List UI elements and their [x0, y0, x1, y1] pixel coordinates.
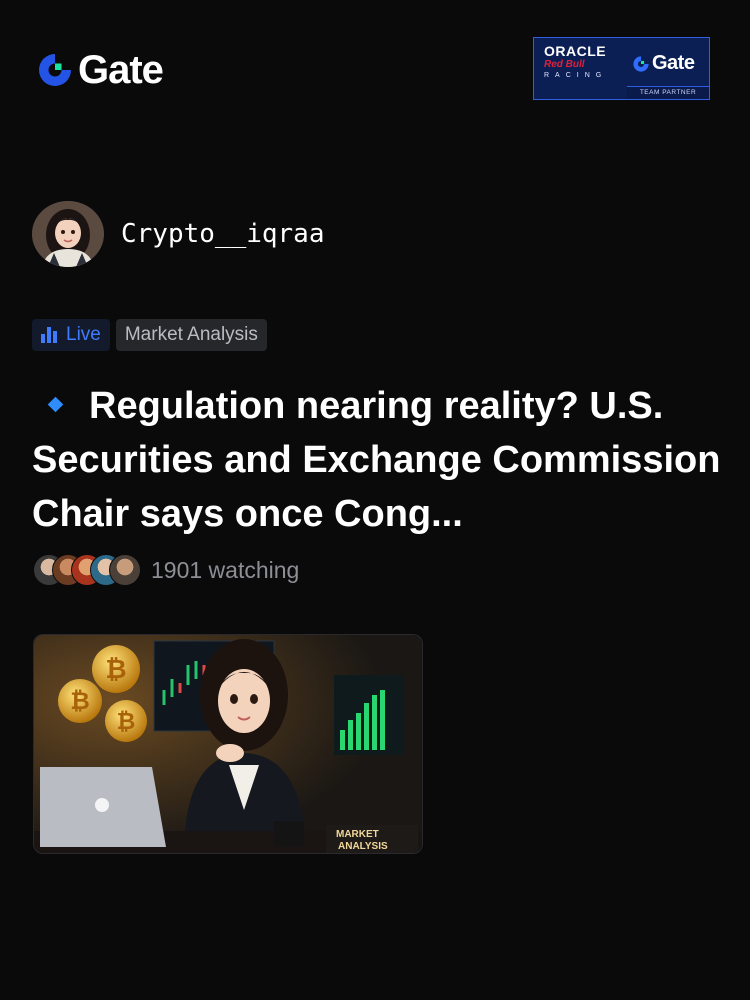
- viewers-row: 1901 watching: [33, 554, 299, 586]
- gate-logo[interactable]: Gate: [36, 48, 164, 92]
- svg-text:₿: ₿: [117, 709, 136, 735]
- team-partner-badge: ORACLE Red Bull RACING Gate TEAM PARTNER: [533, 37, 710, 100]
- thumbnail-caption-line1: MARKET: [336, 829, 379, 840]
- thumbnail-caption-line2: ANALYSIS: [338, 841, 388, 852]
- avatar-illustration: [32, 201, 104, 267]
- gate-logo-icon: [39, 54, 71, 86]
- partner-racing-text: RACING: [544, 72, 608, 79]
- partner-gate-text: Gate: [652, 52, 695, 74]
- market-analysis-illustration: ₿ ₿ ₿ MARKET ANALYSIS: [34, 635, 422, 853]
- post-tags: Live Market Analysis: [32, 319, 267, 351]
- gate-small-icon: [633, 55, 649, 72]
- partner-gate-logo: Gate: [632, 52, 695, 75]
- post-author[interactable]: Crypto__iqraa: [32, 201, 325, 267]
- svg-text:₿: ₿: [70, 687, 90, 715]
- post-title-text: Regulation nearing reality? U.S. Securit…: [32, 385, 721, 535]
- viewer-avatar: [109, 554, 141, 586]
- watching-count: 1901 watching: [151, 556, 300, 583]
- live-bars-icon: [41, 327, 57, 343]
- blue-diamond-icon: [47, 397, 64, 413]
- author-avatar[interactable]: [32, 201, 104, 267]
- author-name[interactable]: Crypto__iqraa: [121, 219, 325, 249]
- live-tag-label: Live: [66, 324, 101, 345]
- partner-redbull-text: Red Bull: [544, 59, 585, 70]
- post-title[interactable]: Regulation nearing reality? U.S. Securit…: [32, 379, 722, 541]
- live-tag[interactable]: Live: [32, 319, 110, 351]
- team-partner-label: TEAM PARTNER: [627, 86, 709, 99]
- svg-text:₿: ₿: [105, 655, 126, 685]
- partner-oracle-text: ORACLE: [544, 43, 607, 59]
- gate-logo-text: Gate: [78, 48, 164, 92]
- viewer-avatars: [33, 554, 141, 586]
- post-thumbnail[interactable]: ₿ ₿ ₿ MARKET ANALYSIS: [33, 634, 423, 854]
- category-tag[interactable]: Market Analysis: [115, 319, 267, 351]
